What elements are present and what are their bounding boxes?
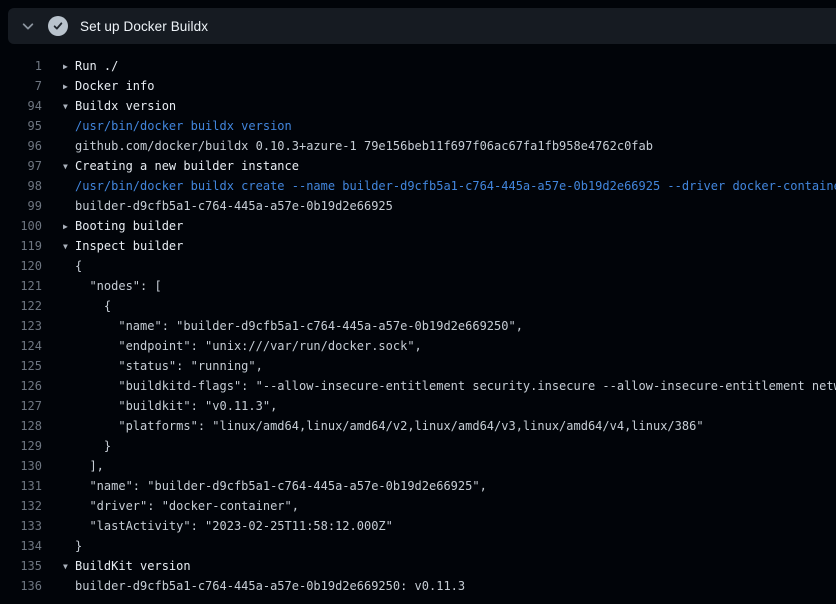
log-group-title: Creating a new builder instance (75, 159, 299, 173)
step-header[interactable]: Set up Docker Buildx (8, 8, 836, 44)
log-output-text: { (75, 299, 111, 313)
log-row: 122 { (0, 296, 836, 316)
log-group-row: 1 ▶Run ./ (0, 56, 836, 76)
log-group-row: 119 ▼Inspect builder (0, 236, 836, 256)
log-row: 133 "lastActivity": "2023-02-25T11:58:12… (0, 516, 836, 536)
log-command-text: /usr/bin/docker buildx version (75, 119, 292, 133)
step-title: Set up Docker Buildx (80, 19, 208, 34)
log-group-title: Run ./ (75, 59, 118, 73)
line-number[interactable]: 100 (0, 216, 42, 236)
log-row: 136 builder-d9cfb5a1-c764-445a-a57e-0b19d… (0, 576, 836, 596)
line-number[interactable]: 120 (0, 256, 42, 276)
log-row: 99 builder-d9cfb5a1-c764-445a-a57e-0b19d2… (0, 196, 836, 216)
log-output-text: builder-d9cfb5a1-c764-445a-a57e-0b19d2e6… (75, 199, 393, 213)
log-output-text: "lastActivity": "2023-02-25T11:58:12.000… (75, 519, 393, 533)
log-row: 123 "name": "builder-d9cfb5a1-c764-445a-… (0, 316, 836, 336)
log-output-text: ], (75, 459, 104, 473)
line-number[interactable]: 126 (0, 376, 42, 396)
log-group-title: BuildKit version (75, 559, 191, 573)
group-collapsed-icon[interactable]: ▶ (63, 57, 75, 76)
line-number[interactable]: 134 (0, 536, 42, 556)
group-collapsed-icon[interactable]: ▶ (63, 217, 75, 236)
line-number[interactable]: 99 (0, 196, 42, 216)
group-expanded-icon[interactable]: ▼ (63, 157, 75, 176)
log-row: 132 "driver": "docker-container", (0, 496, 836, 516)
line-number[interactable]: 128 (0, 416, 42, 436)
log-row: 96 github.com/docker/buildx 0.10.3+azure-… (0, 136, 836, 156)
log-row: 129 } (0, 436, 836, 456)
line-number[interactable]: 127 (0, 396, 42, 416)
line-number[interactable]: 124 (0, 336, 42, 356)
line-number[interactable]: 96 (0, 136, 42, 156)
line-number[interactable]: 1 (0, 56, 42, 76)
log-row: 95/usr/bin/docker buildx version (0, 116, 836, 136)
line-number[interactable]: 121 (0, 276, 42, 296)
line-number[interactable]: 136 (0, 576, 42, 596)
log-output-text: "status": "running", (75, 359, 263, 373)
line-number[interactable]: 125 (0, 356, 42, 376)
log-output-text: "name": "builder-d9cfb5a1-c764-445a-a57e… (75, 319, 523, 333)
check-circle-icon (48, 16, 68, 36)
log-output-text: } (75, 539, 82, 553)
log-output-text: "name": "builder-d9cfb5a1-c764-445a-a57e… (75, 479, 487, 493)
log-group-row: 7 ▶Docker info (0, 76, 836, 96)
log-group-title: Buildx version (75, 99, 176, 113)
log-row: 120 { (0, 256, 836, 276)
log-group-title: Booting builder (75, 219, 183, 233)
log-group-row: 135 ▼BuildKit version (0, 556, 836, 576)
log-group-title: Docker info (75, 79, 154, 93)
line-number[interactable]: 123 (0, 316, 42, 336)
log-output-text: "driver": "docker-container", (75, 499, 299, 513)
group-expanded-icon[interactable]: ▼ (63, 97, 75, 116)
log-group-row: 100 ▶Booting builder (0, 216, 836, 236)
line-number[interactable]: 7 (0, 76, 42, 96)
line-number[interactable]: 131 (0, 476, 42, 496)
log-row: 126 "buildkitd-flags": "--allow-insecure… (0, 376, 836, 396)
log-row: 131 "name": "builder-d9cfb5a1-c764-445a-… (0, 476, 836, 496)
line-number[interactable]: 98 (0, 176, 42, 196)
log-group-title: Inspect builder (75, 239, 183, 253)
log-viewer: 1▶Run ./7▶Docker info94▼Buildx version95… (0, 44, 836, 596)
log-output-text: { (75, 259, 82, 273)
log-row: 130 ], (0, 456, 836, 476)
group-expanded-icon[interactable]: ▼ (63, 557, 75, 576)
log-group-row: 94 ▼Buildx version (0, 96, 836, 116)
log-output-text: "endpoint": "unix:///var/run/docker.sock… (75, 339, 422, 353)
log-row: 127 "buildkit": "v0.11.3", (0, 396, 836, 416)
log-row: 124 "endpoint": "unix:///var/run/docker.… (0, 336, 836, 356)
log-output-text: "buildkit": "v0.11.3", (75, 399, 277, 413)
log-output-text: github.com/docker/buildx 0.10.3+azure-1 … (75, 139, 653, 153)
log-output-text: } (75, 439, 111, 453)
line-number[interactable]: 132 (0, 496, 42, 516)
line-number[interactable]: 135 (0, 556, 42, 576)
line-number[interactable]: 119 (0, 236, 42, 256)
line-number[interactable]: 129 (0, 436, 42, 456)
line-number[interactable]: 95 (0, 116, 42, 136)
group-collapsed-icon[interactable]: ▶ (63, 77, 75, 96)
log-group-row: 97 ▼Creating a new builder instance (0, 156, 836, 176)
log-command-text: /usr/bin/docker buildx create --name bui… (75, 179, 836, 193)
log-row: 134} (0, 536, 836, 556)
group-expanded-icon[interactable]: ▼ (63, 237, 75, 256)
log-row: 98/usr/bin/docker buildx create --name b… (0, 176, 836, 196)
log-output-text: builder-d9cfb5a1-c764-445a-a57e-0b19d2e6… (75, 579, 465, 593)
log-output-text: "nodes": [ (75, 279, 162, 293)
log-row: 121 "nodes": [ (0, 276, 836, 296)
line-number[interactable]: 130 (0, 456, 42, 476)
line-number[interactable]: 133 (0, 516, 42, 536)
chevron-down-icon[interactable] (8, 19, 48, 33)
log-output-text: "buildkitd-flags": "--allow-insecure-ent… (75, 379, 836, 393)
log-output-text: "platforms": "linux/amd64,linux/amd64/v2… (75, 419, 704, 433)
line-number[interactable]: 122 (0, 296, 42, 316)
log-row: 125 "status": "running", (0, 356, 836, 376)
log-row: 128 "platforms": "linux/amd64,linux/amd6… (0, 416, 836, 436)
line-number[interactable]: 97 (0, 156, 42, 176)
line-number[interactable]: 94 (0, 96, 42, 116)
